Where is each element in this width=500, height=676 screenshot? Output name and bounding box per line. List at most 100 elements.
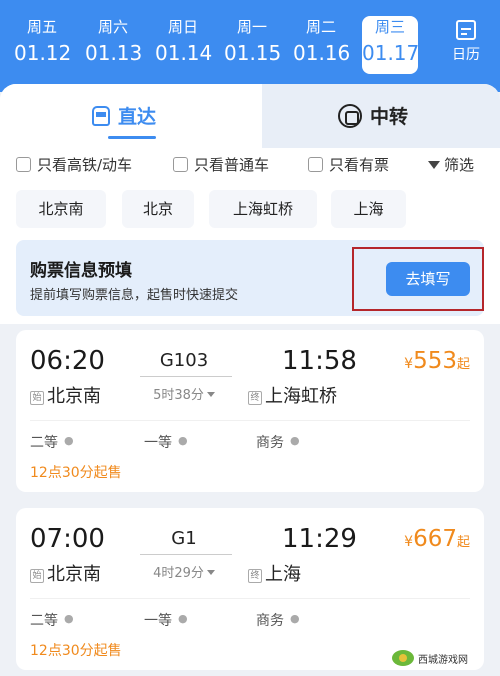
arrival-station-name: 上海 [265,564,301,585]
departure-time: 06:20 [30,346,105,376]
prefill-button[interactable]: 去填写 [386,262,470,296]
transfer-icon [338,103,362,128]
divider [30,598,470,599]
filter-regular[interactable]: 只看普通车 [173,154,269,175]
price-currency: ¥ [404,534,414,550]
checkbox[interactable] [16,157,31,172]
filter-available-label: 只看有票 [329,156,390,174]
seat-status-dot: ● [290,434,300,447]
price-currency: ¥ [404,356,414,372]
departure-station: 始北京南 [30,560,101,586]
date-weekday: 周三 [374,18,405,36]
seat-status-dot: ● [178,434,188,447]
date-value: 01.15 [224,41,282,65]
date-item-3[interactable]: 周一 01.15 [224,16,282,74]
terminus-tag: 终 [248,569,262,583]
calendar-label: 日历 [452,47,480,63]
sale-time: 12点30分起售 [30,465,122,481]
duration-value: 5时38分 [153,388,204,403]
filter-available[interactable]: 只看有票 [308,154,389,175]
date-item-selected[interactable]: 周三 01.17 [362,16,420,74]
price: ¥553起 [404,348,470,374]
watermark-logo-icon [392,650,414,666]
date-value: 01.14 [155,41,213,65]
filter-high-speed-label: 只看高铁/动车 [37,156,133,174]
duration-toggle[interactable]: 4时29分 [136,562,232,581]
train-card[interactable]: 06:20 G103 5时38分 11:58 ¥553起 始北京南 终上海虹桥 … [16,330,484,492]
price: ¥667起 [404,526,470,552]
seat-class-first: 一等 ● [144,432,188,452]
duration-line [140,376,232,377]
station-chip[interactable]: 上海 [331,190,406,228]
calendar-button[interactable]: 日历 [438,18,494,74]
divider [30,420,470,421]
origin-tag: 始 [30,391,44,405]
date-item-1[interactable]: 周六 01.13 [85,16,143,74]
tab-active-indicator [108,136,156,139]
seat-class-first: 一等 ● [144,610,188,630]
price-suffix: 起 [456,535,470,550]
duration-toggle[interactable]: 5时38分 [136,384,232,403]
filter-high-speed[interactable]: 只看高铁/动车 [16,154,132,175]
watermark: 西城游戏网 [392,647,492,669]
sale-time: 12点30分起售 [30,643,122,659]
date-value: 01.16 [293,41,351,65]
seat-class-second: 二等 ● [30,432,74,452]
filter-row: 只看高铁/动车 只看普通车 只看有票 筛选 [16,152,486,176]
duration-line [140,554,232,555]
checkbox[interactable] [308,157,323,172]
chevron-down-icon [206,570,215,575]
date-value: 01.17 [362,41,420,65]
calendar-icon [456,20,476,40]
date-strip: 周五 01.12 周六 01.13 周日 01.14 周一 01.15 周二 0… [0,0,500,92]
chevron-down-icon [206,392,215,397]
arrival-station-name: 上海虹桥 [265,386,337,407]
terminus-tag: 终 [248,391,262,405]
seat-label: 商务 [256,613,284,629]
date-weekday: 周六 [97,18,128,36]
price-amount: 553 [413,348,457,374]
seat-label: 二等 [30,435,58,451]
filter-regular-label: 只看普通车 [194,156,270,174]
watermark-text: 西城游戏网 [418,654,468,666]
seat-class-business: 商务 ● [256,610,300,630]
seat-status-dot: ● [178,612,188,625]
train-number: G103 [159,350,209,371]
filter-button[interactable]: 筛选 [428,154,474,175]
arrival-time: 11:58 [282,346,357,376]
tab-transfer[interactable]: 中转 [262,84,500,148]
seat-status-dot: ● [64,434,74,447]
duration-value: 4时29分 [153,566,204,581]
date-weekday: 周一 [236,18,267,36]
date-item-0[interactable]: 周五 01.12 [14,16,72,74]
station-chip[interactable]: 北京 [122,190,194,228]
filter-label: 筛选 [444,156,475,174]
seat-label: 二等 [30,613,58,629]
checkbox[interactable] [173,157,188,172]
tab-direct[interactable]: 直达 [0,84,262,148]
date-weekday: 周日 [167,18,198,36]
date-item-4[interactable]: 周二 01.16 [293,16,351,74]
arrival-time: 11:29 [282,524,357,554]
date-item-2[interactable]: 周日 01.14 [155,16,213,74]
departure-station-name: 北京南 [47,564,101,585]
train-icon [92,105,110,126]
arrival-station: 终上海 [248,560,301,586]
departure-station-name: 北京南 [47,386,101,407]
departure-time: 07:00 [30,524,105,554]
price-amount: 667 [413,526,457,552]
tab-bar: 直达 中转 [0,84,500,148]
station-chip[interactable]: 北京南 [16,190,106,228]
prefill-description: 提前填写购票信息，起售时快速提交 [30,288,239,303]
station-chip[interactable]: 上海虹桥 [209,190,317,228]
train-card[interactable]: 07:00 G1 4时29分 11:29 ¥667起 始北京南 终上海 二等 ● … [16,508,484,670]
date-value: 01.13 [85,41,143,65]
filter-icon [428,161,440,169]
seat-class-second: 二等 ● [30,610,74,630]
seat-class-business: 商务 ● [256,432,300,452]
date-value: 01.12 [14,41,72,65]
date-weekday: 周五 [26,18,57,36]
seat-status-dot: ● [64,612,74,625]
seat-status-dot: ● [290,612,300,625]
seat-label: 一等 [144,613,172,629]
